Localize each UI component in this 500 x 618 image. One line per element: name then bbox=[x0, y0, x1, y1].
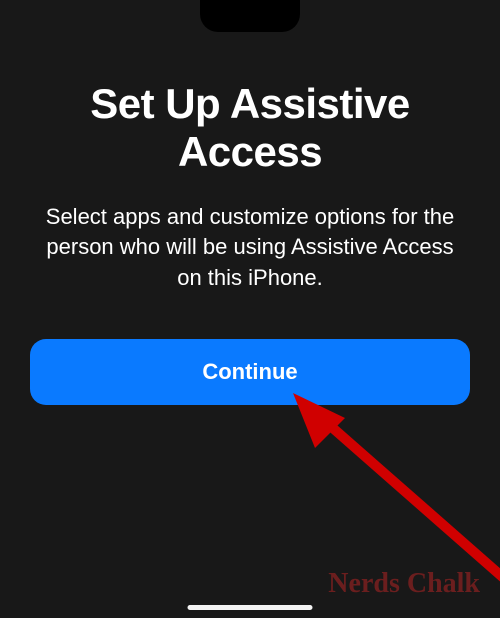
continue-button[interactable]: Continue bbox=[30, 339, 470, 405]
device-notch bbox=[200, 0, 300, 32]
watermark-text: Nerds Chalk bbox=[328, 568, 480, 600]
home-indicator[interactable] bbox=[188, 605, 313, 610]
phone-screen: Set Up Assistive Access Select apps and … bbox=[0, 0, 500, 618]
page-title: Set Up Assistive Access bbox=[30, 80, 470, 177]
page-description: Select apps and customize options for th… bbox=[30, 202, 470, 294]
setup-content: Set Up Assistive Access Select apps and … bbox=[30, 0, 470, 618]
